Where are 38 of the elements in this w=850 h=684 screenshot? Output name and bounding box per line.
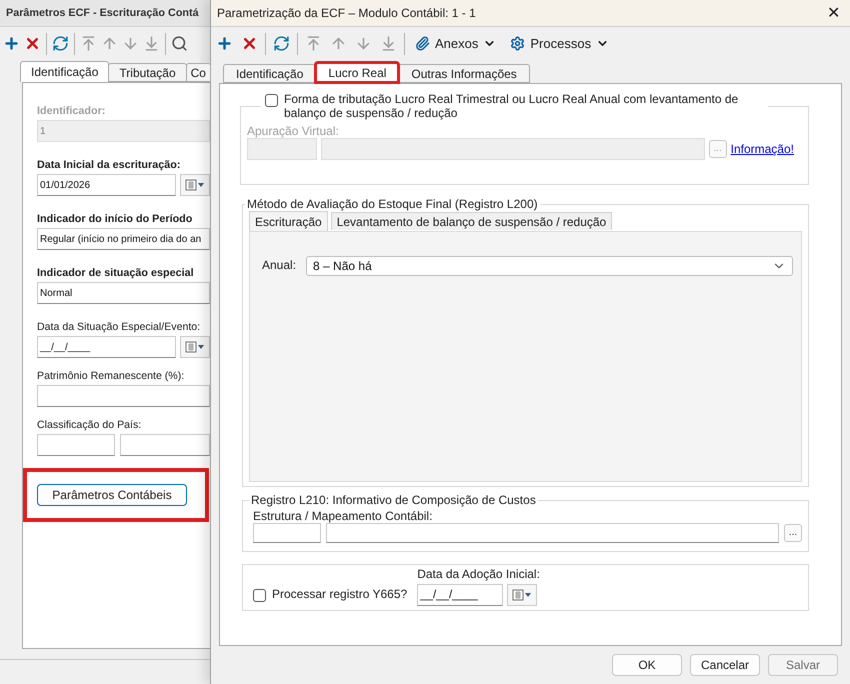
window-title: Parâmetros ECF - Escrituração Contá: [6, 7, 199, 19]
input-field[interactable]: Regular (início no primeiro dia do an: [37, 228, 210, 250]
field-label: Classificação do País:: [37, 419, 142, 431]
field-label: Identificador:: [37, 105, 106, 117]
group-title: Registro L210: Informativo de Composição de Custos: [250, 493, 537, 507]
date-field[interactable]: __/__/____: [417, 584, 504, 606]
dialog-button[interactable]: Cancelar: [690, 654, 760, 676]
field-label: Data da Adoção Inicial:: [417, 567, 540, 581]
date-field[interactable]: 01/01/2026: [37, 174, 176, 196]
field-label: Data da Situação Especial/Evento:: [37, 321, 202, 333]
date-field[interactable]: __/__/____: [37, 336, 176, 358]
tab[interactable]: Identificação: [223, 64, 316, 83]
close-button[interactable]: ✕: [823, 3, 844, 23]
field-label: Apuração Virtual:: [247, 124, 339, 138]
field-label: Indicador de situação especial: [37, 267, 195, 279]
tab[interactable]: Outras Informações: [398, 64, 530, 83]
tab[interactable]: Escrituração: [249, 211, 328, 231]
checkbox[interactable]: Processar registro Y665?: [253, 587, 408, 602]
dropdown[interactable]: 8 – Não há: [306, 256, 793, 276]
field-label: Anual:: [262, 258, 296, 272]
tab[interactable]: Levantamento de balanço de suspensão / redução: [330, 212, 612, 230]
tab[interactable]: Tributação: [108, 63, 187, 82]
tab[interactable]: Identificação: [20, 61, 110, 82]
window-title: Parametrização da ECF – Modulo Contábil: 1 - 1: [217, 6, 476, 20]
input-field[interactable]: Normal: [37, 282, 210, 304]
field-label: Indicador do início do Período: [37, 213, 194, 225]
parameters-button[interactable]: Parâmetros Contábeis: [37, 484, 187, 506]
menu-button[interactable]: Processos: [504, 34, 616, 53]
group-title: Método de Avaliação do Estoque Final (Registro L200): [246, 197, 539, 211]
menu-button[interactable]: Anexos: [409, 34, 502, 53]
checkbox-label: Processar registro Y665?: [272, 587, 408, 601]
field-label: Estrutura / Mapeamento Contábil:: [253, 509, 432, 523]
field-label: Patrimônio Remanescente (%):: [37, 370, 186, 382]
field-label: Data Inicial da escrituração:: [37, 159, 182, 171]
dialog-button[interactable]: OK: [612, 654, 682, 676]
tab[interactable]: Co: [186, 63, 211, 82]
tab[interactable]: Lucro Real: [315, 62, 400, 83]
browse-button[interactable]: ...: [784, 524, 802, 542]
